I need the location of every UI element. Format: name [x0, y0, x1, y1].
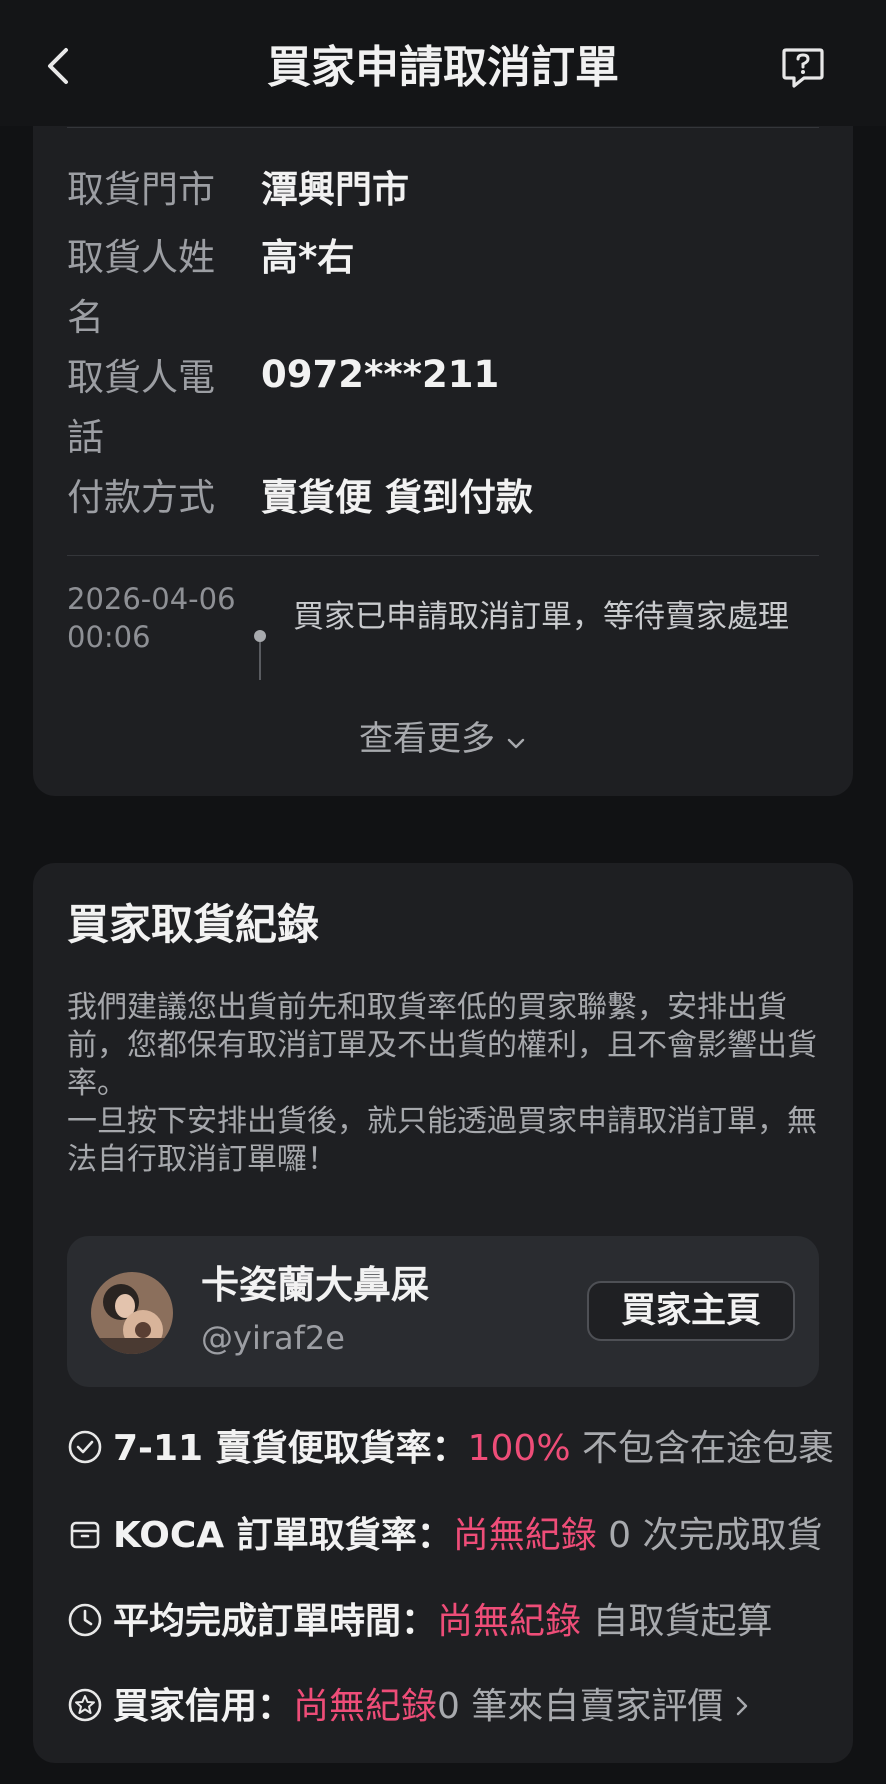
star-badge-icon [67, 1684, 103, 1722]
timeline-line [259, 642, 261, 680]
buyer-name: 卡姿蘭大鼻屎 [201, 1263, 430, 1307]
recipient-name-label: 取貨人姓名 [67, 236, 215, 339]
stat-value: 尚無紀錄 [452, 1515, 597, 1556]
pickup-record-card: 買家取貨紀錄 我們建議您出貨前先和取貨率低的買家聯繫，安排出貨前，您都保有取消訂… [33, 863, 853, 1763]
buyer-profile-card: 卡姿蘭大鼻屎 @yiraf2e 買家主頁 [67, 1236, 819, 1387]
notice-paragraph: 我們建議您出貨前先和取貨率低的買家聯繫，安排出貨前，您都保有取消訂單及不出貨的權… [67, 990, 817, 1101]
timeline-dot [254, 630, 266, 642]
stat-label: 平均完成訂單時間： [113, 1601, 438, 1642]
stat-note: 0 筆來自賣家評價 [437, 1686, 724, 1727]
notice-text: 我們建議您出貨前先和取貨率低的買家聯繫，安排出貨前，您都保有取消訂單及不出貨的權… [67, 989, 827, 1179]
pickup-store-label: 取貨門市 [67, 168, 215, 211]
stat-value: 100% [467, 1428, 571, 1469]
stat-row-koca-pickup-rate: KOCA 訂單取貨率：尚無紀錄 0 次完成取貨 [67, 1508, 823, 1564]
notice-paragraph: 一旦按下安排出貨後，就只能透過買家申請取消訂單，無法自行取消訂單囉！ [67, 1104, 817, 1177]
avatar-image [91, 1272, 173, 1354]
avatar[interactable] [91, 1272, 173, 1354]
stat-note: 0 次完成取貨 [608, 1515, 823, 1556]
stat-note: 自取貨起算 [592, 1601, 773, 1642]
page-title: 買家申請取消訂單 [267, 42, 619, 93]
payment-method-value: 賣貨便 貨到付款 [261, 476, 533, 519]
help-chat-icon [782, 48, 824, 88]
check-circle-icon [67, 1426, 103, 1464]
chevron-down-icon [505, 718, 527, 764]
order-info-card: 取貨門市 潭興門市 取貨人姓名 高*右 取貨人電話 0972***211 付款方… [33, 110, 853, 796]
chevron-right-icon [733, 1680, 751, 1736]
payment-method-label: 付款方式 [67, 476, 215, 519]
pickup-store-value: 潭興門市 [261, 168, 409, 211]
stat-row-711-pickup-rate: 7-11 賣貨便取貨率：100% 不包含在途包裹 [67, 1421, 834, 1477]
view-more-label: 查看更多 [359, 719, 495, 759]
buyer-home-button[interactable]: 買家主頁 [587, 1281, 795, 1341]
divider [67, 127, 819, 128]
stat-label: 買家信用： [113, 1686, 294, 1727]
help-button[interactable] [780, 44, 826, 92]
clock-icon [67, 1599, 103, 1637]
stat-note: 不包含在途包裹 [582, 1428, 835, 1469]
section-title: 買家取貨紀錄 [67, 900, 320, 949]
stat-value: 尚無紀錄 [293, 1686, 438, 1727]
timeline-timestamp: 2026-04-06 00:06 [67, 582, 236, 654]
stat-row-avg-completion-time: 平均完成訂單時間：尚無紀錄 自取貨起算 [67, 1594, 773, 1650]
buyer-handle: @yiraf2e [201, 1319, 345, 1357]
package-icon [67, 1513, 103, 1549]
recipient-phone-label: 取貨人電話 [67, 356, 215, 459]
stat-value: 尚無紀錄 [437, 1601, 582, 1642]
stat-label: KOCA 訂單取貨率： [113, 1515, 453, 1556]
view-more-button[interactable]: 查看更多 [33, 716, 853, 764]
stat-label: 7-11 賣貨便取貨率： [113, 1428, 468, 1469]
recipient-phone-value: 0972***211 [261, 353, 500, 396]
recipient-name-value: 高*右 [261, 236, 355, 279]
stat-row-buyer-credit[interactable]: 買家信用：尚無紀錄0 筆來自賣家評價 [67, 1679, 751, 1735]
timeline-event: 買家已申請取消訂單，等待賣家處理 [293, 599, 789, 635]
divider [67, 555, 819, 556]
top-bar: 買家申請取消訂單 [0, 0, 886, 126]
